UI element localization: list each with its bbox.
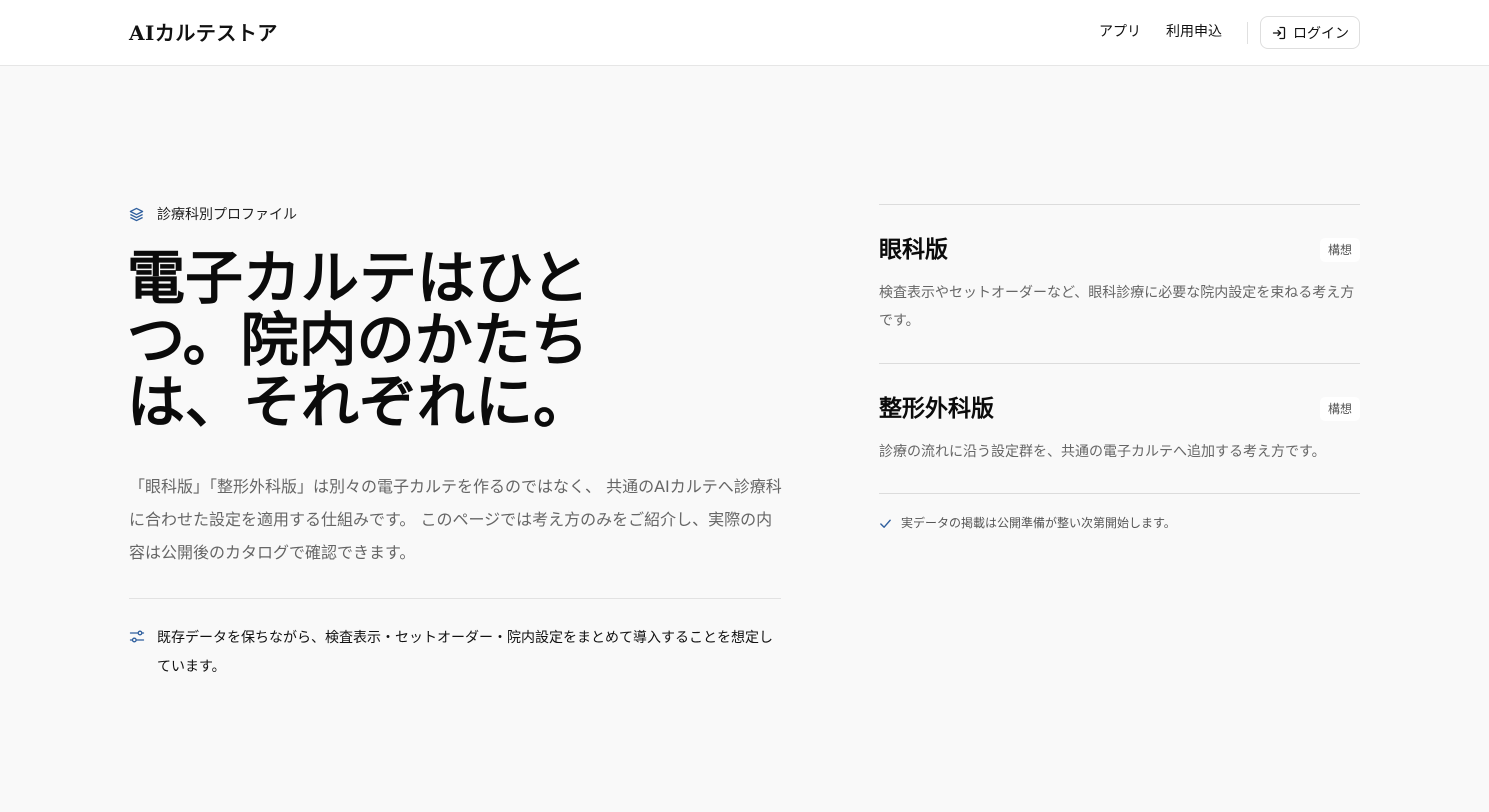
brand-logo[interactable]: AIカルテストア xyxy=(129,19,278,47)
status-badge: 構想 xyxy=(1319,397,1360,421)
publish-footnote-text: 実データの掲載は公開準備が整い次第開始します。 xyxy=(901,516,1176,530)
eyebrow-text: 診療科別プロファイル xyxy=(157,207,297,223)
check-icon xyxy=(880,519,891,528)
hero-title-line-2: つ。院内のかたち xyxy=(127,306,589,374)
site-header: AIカルテストア アプリ 利用申込 ログイン xyxy=(0,0,1489,66)
login-button-label: ログイン xyxy=(1293,25,1349,42)
login-arrow-icon xyxy=(1272,26,1286,39)
profile-card-description: 診療の流れに沿う設定群を、共通の電子カルテへ追加する考え方です。 xyxy=(879,444,1326,460)
nav-link-apply[interactable]: 利用申込 xyxy=(1166,16,1222,49)
hero-description: 「眼科版」「整形外科版」は別々の電子カルテを作るのではなく、 共通のAIカルテへ… xyxy=(129,477,782,562)
nav-link-apps[interactable]: アプリ xyxy=(1099,16,1141,49)
profile-card-orthopedics: 整形外科版 構想 診療の流れに沿う設定群を、共通の電子カルテへ追加する考え方です… xyxy=(879,363,1360,493)
nav-divider xyxy=(1247,21,1248,44)
profile-card-description: 検査表示やセットオーダーなど、眼科診療に必要な院内設定を束ねる考え方です。 xyxy=(879,285,1355,329)
status-badge: 構想 xyxy=(1319,238,1360,262)
publish-footnote: 実データの掲載は公開準備が整い次第開始します。 xyxy=(879,514,1360,532)
main-nav: アプリ 利用申込 ログイン xyxy=(1074,16,1360,49)
profile-list-end-divider xyxy=(879,493,1360,494)
hero-title-line-3: は、それぞれに。 xyxy=(127,368,592,436)
profile-card-ophthalmology: 眼科版 構想 検査表示やセットオーダーなど、眼科診療に必要な院内設定を束ねる考え… xyxy=(879,204,1360,363)
hero-title-line-1: 電子カルテはひと xyxy=(127,244,590,312)
login-button[interactable]: ログイン xyxy=(1260,16,1360,49)
deployment-note-text: 既存データを保ちながら、検査表示・セットオーダー・院内設定をまとめて導入すること… xyxy=(157,630,773,675)
profile-card-title: 整形外科版 xyxy=(879,395,994,422)
profile-list: 眼科版 構想 検査表示やセットオーダーなど、眼科診療に必要な院内設定を束ねる考え… xyxy=(879,204,1360,532)
eyebrow: 診療科別プロファイル xyxy=(129,204,297,224)
hero-title: 電子カルテはひと つ。院内のかたち は、それぞれに。 xyxy=(127,247,647,433)
layers-icon xyxy=(129,207,144,221)
sliders-icon xyxy=(129,630,145,643)
profile-card-title: 眼科版 xyxy=(879,236,948,263)
deployment-note: 既存データを保ちながら、検査表示・セットオーダー・院内設定をまとめて導入すること… xyxy=(129,624,784,682)
section-divider xyxy=(129,598,781,599)
